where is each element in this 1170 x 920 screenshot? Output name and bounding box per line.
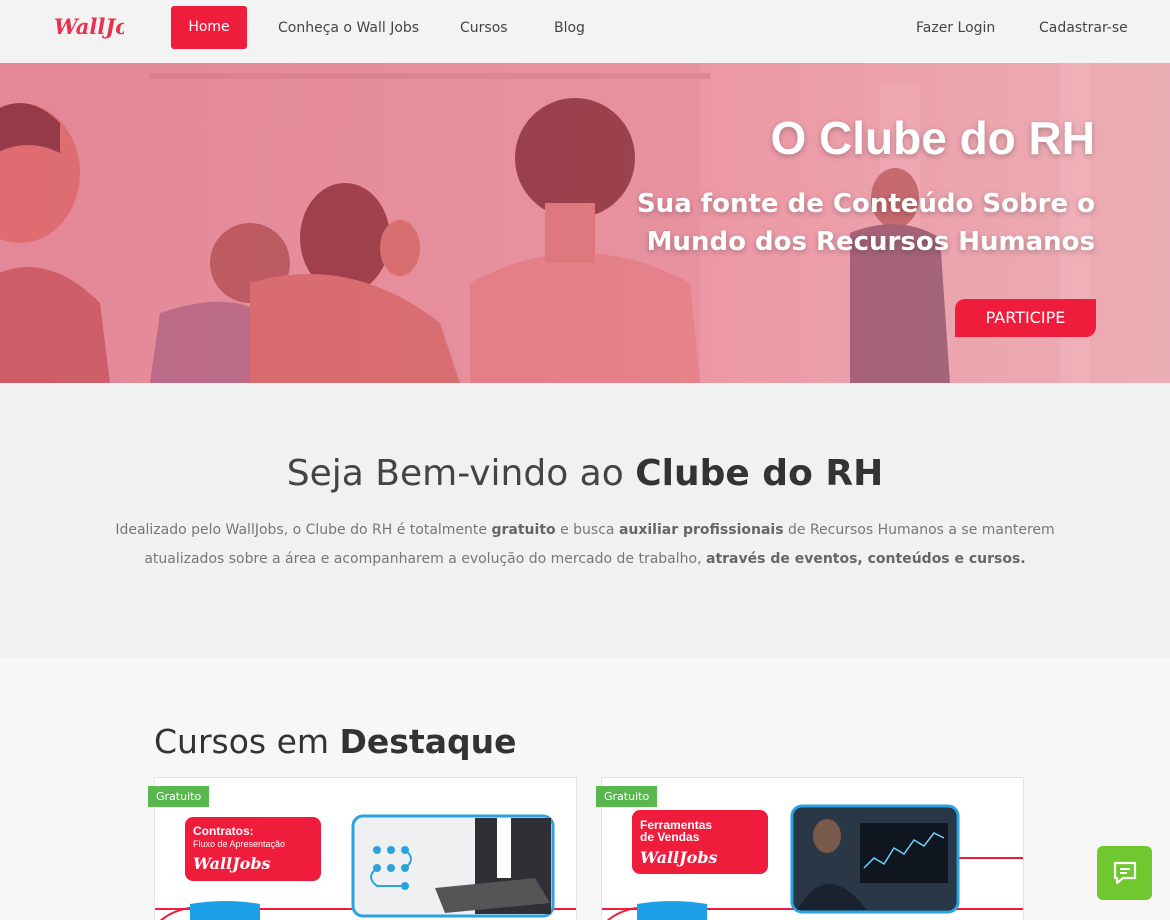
svg-text:de Vendas: de Vendas — [640, 830, 700, 844]
welcome-title-bold: Clube do RH — [635, 453, 884, 494]
svg-text:Fluxo de Apresentação: Fluxo de Apresentação — [193, 839, 285, 849]
course-card-ferramentas[interactable]: Ferramentas de Vendas WallJobs — [601, 777, 1024, 920]
course-thumbnail-ferramentas: Ferramentas de Vendas WallJobs — [602, 804, 1023, 920]
hero-banner: O Clube do RH Sua fonte de Conteúdo Sobr… — [0, 63, 1170, 383]
welcome-text-bold-3: através de eventos, conteúdos e cursos. — [706, 551, 1026, 567]
course-card-contratos[interactable]: Contratos: Fluxo de Apresentação WallJob… — [154, 777, 577, 920]
svg-text:WallJobs: WallJobs — [54, 14, 124, 39]
course-thumbnail-contratos: Contratos: Fluxo de Apresentação WallJob… — [155, 814, 576, 920]
welcome-text-1: Idealizado pelo WallJobs, o Clube do RH … — [115, 522, 492, 538]
courses-title-prefix: Cursos em — [154, 722, 340, 761]
courses-title: Cursos em Destaque — [154, 722, 517, 761]
hero-title: O Clube do RH — [770, 112, 1095, 164]
walljobs-logo-mark: WallJobs — [54, 14, 156, 39]
walljobs-logo[interactable]: WallJobs — [52, 10, 156, 46]
signup-link[interactable]: Cadastrar-se — [1039, 0, 1128, 63]
login-link[interactable]: Fazer Login — [916, 0, 995, 63]
chat-button[interactable] — [1097, 846, 1152, 900]
top-navbar: WallJobs Home Conheça o Wall Jobs Cursos… — [0, 0, 1170, 63]
svg-text:WallJobs: WallJobs — [193, 854, 271, 873]
badge-gratuito: Gratuito — [596, 786, 658, 807]
nav-item-home[interactable]: Home — [171, 6, 247, 49]
welcome-description: Idealizado pelo WallJobs, o Clube do RH … — [90, 516, 1080, 574]
featured-courses-section: Cursos em Destaque Contratos: Fluxo de A… — [0, 658, 1170, 920]
welcome-text-bold-1: gratuito — [491, 522, 556, 538]
welcome-title-prefix: Seja Bem-vindo ao — [286, 453, 636, 494]
welcome-section: Seja Bem-vindo ao Clube do RH Idealizado… — [0, 383, 1170, 658]
welcome-text-bold-2: auxiliar profissionais — [618, 522, 784, 538]
badge-gratuito: Gratuito — [148, 786, 210, 807]
participate-button[interactable]: PARTICIPE — [955, 299, 1096, 337]
nav-item-cursos[interactable]: Cursos — [460, 0, 508, 63]
nav-item-conheca[interactable]: Conheça o Wall Jobs — [278, 0, 419, 63]
svg-text:Contratos:: Contratos: — [193, 824, 254, 838]
welcome-text-2: e busca — [555, 522, 619, 538]
welcome-title: Seja Bem-vindo ao Clube do RH — [0, 453, 1170, 494]
nav-item-blog[interactable]: Blog — [554, 0, 585, 63]
chat-icon — [1113, 861, 1136, 885]
hero-subtitle: Sua fonte de Conteúdo Sobre o Mundo dos … — [636, 189, 1095, 257]
svg-text:WallJobs: WallJobs — [640, 848, 718, 867]
courses-title-bold: Destaque — [339, 722, 517, 761]
